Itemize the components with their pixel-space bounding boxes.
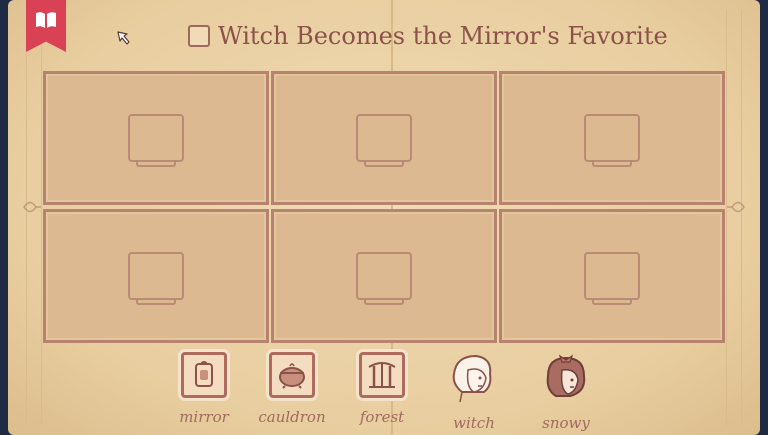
page-title: Witch Becomes the Mirror's Favorite (218, 22, 668, 50)
witch-portrait-icon (452, 354, 492, 403)
snowy-portrait-icon (546, 354, 586, 397)
tray-item-snowy[interactable]: snowy (526, 352, 606, 432)
mirror-tile[interactable] (181, 352, 227, 398)
tray-label-mirror: mirror (179, 408, 229, 426)
title-row: Witch Becomes the Mirror's Favorite (188, 20, 668, 52)
tray-label-forest: forest (359, 408, 405, 426)
story-panel-5[interactable] (271, 209, 497, 343)
story-panel-2[interactable] (271, 71, 497, 205)
story-panel-6[interactable] (499, 209, 725, 343)
cursor-arrow-icon (117, 31, 130, 45)
tray-label-witch: witch (453, 414, 495, 432)
book-icon (36, 12, 56, 28)
empty-slot-icon (584, 114, 640, 167)
empty-slot-icon (584, 252, 640, 305)
witch-portrait[interactable] (448, 352, 500, 404)
snowy-portrait[interactable] (540, 352, 592, 404)
tray-item-forest[interactable]: forest (342, 352, 422, 426)
forest-icon (368, 362, 396, 388)
empty-slot-icon (356, 114, 412, 167)
completion-checkbox (188, 25, 210, 47)
empty-slot-icon (128, 114, 184, 167)
empty-slot-icon (128, 252, 184, 305)
left-flourish-icon (23, 201, 41, 213)
story-panel-3[interactable] (499, 71, 725, 205)
tray-label-cauldron: cauldron (258, 408, 326, 426)
cauldron-tile[interactable] (269, 352, 315, 398)
comic-panel-grid (43, 71, 725, 343)
story-panel-4[interactable] (43, 209, 269, 343)
tray-label-snowy: snowy (542, 414, 590, 432)
story-panel-1[interactable] (43, 71, 269, 205)
element-tray: mirror cauldron forest witch snowy (168, 352, 608, 432)
empty-slot-icon (356, 252, 412, 305)
tray-item-witch[interactable]: witch (434, 352, 514, 432)
forest-tile[interactable] (359, 352, 405, 398)
right-flourish-icon (727, 201, 745, 213)
tray-item-cauldron[interactable]: cauldron (252, 352, 332, 426)
mirror-icon (195, 361, 213, 387)
cauldron-icon (279, 363, 305, 389)
tray-item-mirror[interactable]: mirror (164, 352, 244, 426)
